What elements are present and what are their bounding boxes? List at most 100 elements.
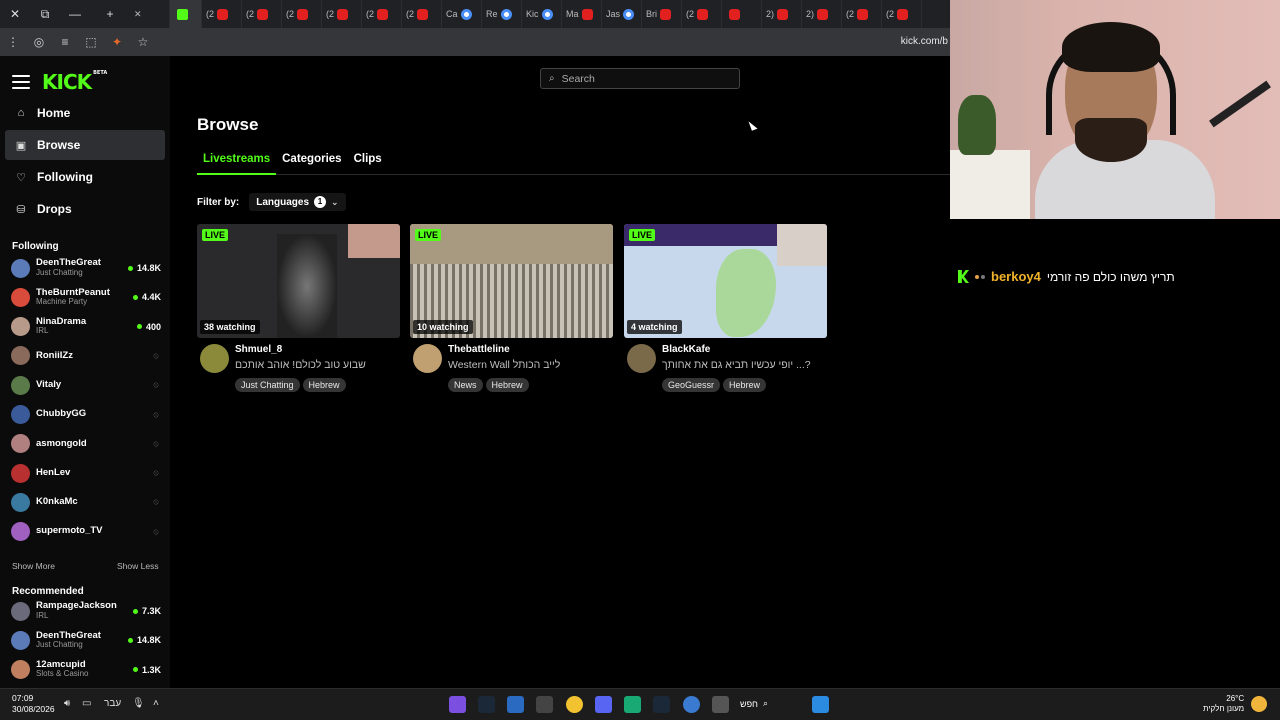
puzzle-icon[interactable]: ⬚ xyxy=(78,28,104,56)
discord-icon[interactable] xyxy=(595,696,612,713)
extension-orange-icon[interactable]: ✦ xyxy=(104,28,130,56)
system-clock[interactable]: 07:09 30/08/2026 xyxy=(12,693,55,714)
close-window-icon[interactable]: ✕ xyxy=(0,0,30,28)
nav-following[interactable]: ♡ Following xyxy=(5,162,165,192)
stream-card[interactable]: LIVE 10 watching Thebattleline לייב הכות… xyxy=(410,224,613,395)
browser-tab[interactable]: (2 xyxy=(682,0,722,28)
browser-tab[interactable]: 2) xyxy=(762,0,802,28)
steam-2-icon[interactable] xyxy=(653,696,670,713)
nav-browse[interactable]: ▣ Browse xyxy=(5,130,165,160)
browser-tab[interactable] xyxy=(722,0,762,28)
calculator-icon[interactable] xyxy=(712,696,729,713)
chrome-icon[interactable] xyxy=(566,696,583,713)
browser-tab[interactable]: Ca xyxy=(442,0,482,28)
live-app-icon[interactable] xyxy=(624,696,641,713)
browser-tab[interactable]: Kic xyxy=(522,0,562,28)
stream-tag[interactable]: Just Chatting xyxy=(235,378,300,392)
tab-search-icon[interactable]: ⧉ xyxy=(30,0,60,28)
browser-tab[interactable]: (2 xyxy=(282,0,322,28)
extension-icon[interactable]: ◎ xyxy=(26,28,52,56)
app-blue-icon[interactable] xyxy=(507,696,524,713)
microphone-icon[interactable]: 🎙︎ xyxy=(132,698,145,709)
browser-tab[interactable] xyxy=(170,0,202,28)
avatar[interactable] xyxy=(627,344,656,373)
stream-card[interactable]: LIVE 38 watching Shmuel_8 שבוע טוב לכולם… xyxy=(197,224,400,395)
sidebar-channel[interactable]: K0nkaMc ⦸ xyxy=(11,488,161,516)
new-tab-icon[interactable]: + xyxy=(90,0,130,28)
stream-tag[interactable]: Hebrew xyxy=(302,378,346,392)
sidebar-channel[interactable]: RoniiIZz ⦸ xyxy=(11,342,161,370)
tab-clips[interactable]: Clips xyxy=(348,152,388,175)
stream-title[interactable]: לייב הכותל Western Wall xyxy=(448,359,560,371)
stream-channel-name[interactable]: Thebattleline xyxy=(448,344,510,355)
minimize-icon[interactable]: — xyxy=(60,0,90,28)
stream-tag[interactable]: News xyxy=(448,378,483,392)
stream-channel-name[interactable]: BlackKafe xyxy=(662,344,710,355)
show-less-link[interactable]: Show Less xyxy=(117,561,159,571)
browser-tab[interactable]: Ma xyxy=(562,0,602,28)
browser-tab[interactable]: (2 xyxy=(402,0,442,28)
sidebar-channel[interactable]: 12amcupid Slots & Casino 1.3K xyxy=(11,656,161,684)
bookmark-star-icon[interactable]: ☆ xyxy=(130,28,156,56)
stream-channel-name[interactable]: Shmuel_8 xyxy=(235,344,282,355)
url-text[interactable]: kick.com/b xyxy=(901,36,948,47)
browser-tab[interactable]: (2 xyxy=(242,0,282,28)
languages-filter-button[interactable]: Languages 1 ⌄ xyxy=(249,193,346,211)
volume-icon[interactable]: 🔊︎ xyxy=(64,698,70,709)
browser-tab[interactable]: (2 xyxy=(322,0,362,28)
sidebar-channel[interactable]: asmongold ⦸ xyxy=(11,430,161,458)
menu-dots-icon[interactable]: ⋮ xyxy=(0,28,26,56)
sidebar-channel[interactable]: DeenTheGreat Just Chatting 14.8K xyxy=(11,626,161,654)
stream-thumbnail[interactable]: LIVE 38 watching xyxy=(197,224,400,338)
windows-start-icon[interactable] xyxy=(812,696,829,713)
nav-drops[interactable]: ⛁ Drops xyxy=(5,194,165,224)
sidebar-channel[interactable]: RampageJackson IRL 7.3K xyxy=(11,597,161,625)
stream-tag[interactable]: Hebrew xyxy=(723,378,767,392)
stream-thumbnail[interactable]: LIVE 10 watching xyxy=(410,224,613,338)
tray-overflow-icon[interactable]: ˄ xyxy=(153,698,159,709)
stream-tag[interactable]: GeoGuessr xyxy=(662,378,721,392)
playlist-icon[interactable]: ≡ xyxy=(52,28,78,56)
app-circle-icon[interactable] xyxy=(683,696,700,713)
browser-tab[interactable]: (2 xyxy=(882,0,922,28)
avatar[interactable] xyxy=(413,344,442,373)
search-input[interactable]: ⌕ Search xyxy=(540,68,740,89)
nav-home[interactable]: ⌂ Home xyxy=(5,98,165,128)
steam-icon[interactable] xyxy=(478,696,495,713)
network-icon[interactable]: ▭ xyxy=(82,698,91,709)
sidebar-channel[interactable]: NinaDrama IRL 400 xyxy=(11,313,161,341)
sidebar-channel[interactable]: TheBurntPeanut Machine Party 4.4K xyxy=(11,283,161,311)
weather-widget[interactable]: 26°C מעונן חלקית xyxy=(1203,694,1244,714)
app-clock-icon[interactable] xyxy=(536,696,553,713)
channel-text: asmongold xyxy=(36,439,124,449)
input-language[interactable]: עבר xyxy=(104,698,121,709)
browser-tab[interactable]: Jas xyxy=(602,0,642,28)
tab-categories[interactable]: Categories xyxy=(276,152,347,175)
stream-title[interactable]: שבוע טוב לכולם! אוהב אותכם xyxy=(235,359,366,371)
taskbar-search[interactable]: חפש ⌕ xyxy=(740,698,768,709)
sidebar-channel[interactable]: HenLev ⦸ xyxy=(11,459,161,487)
browser-tab[interactable]: (2 xyxy=(202,0,242,28)
browser-tab[interactable]: 2) xyxy=(802,0,842,28)
sidebar-channel[interactable]: DeenTheGreat Just Chatting 14.8K xyxy=(11,254,161,282)
show-more-link[interactable]: Show More xyxy=(12,561,55,571)
tab-livestreams[interactable]: Livestreams xyxy=(197,152,277,175)
sidebar-channel[interactable]: ChubbyGG ⦸ xyxy=(11,401,161,429)
avatar[interactable] xyxy=(200,344,229,373)
browser-tab[interactable]: Bri xyxy=(642,0,682,28)
sidebar-channel[interactable]: supermoto_TV ⦸ xyxy=(11,518,161,546)
browser-tab[interactable]: ✕ xyxy=(130,0,170,28)
stream-title[interactable]: ?... יופי עכשיו תביא גם את אחותך xyxy=(662,359,811,371)
kick-logo[interactable]: KICK BETA xyxy=(42,70,107,94)
browser-tab[interactable]: (2 xyxy=(842,0,882,28)
browser-tab[interactable]: Re xyxy=(482,0,522,28)
app-grid-icon[interactable] xyxy=(449,696,466,713)
youtube-favicon-icon xyxy=(297,8,309,20)
hamburger-menu-icon[interactable] xyxy=(12,75,30,89)
channel-text: Vitaly xyxy=(36,380,124,390)
browser-tab[interactable]: (2 xyxy=(362,0,402,28)
stream-thumbnail[interactable]: LIVE 4 watching xyxy=(624,224,827,338)
stream-tag[interactable]: Hebrew xyxy=(485,378,529,392)
sidebar-channel[interactable]: Vitaly ⦸ xyxy=(11,371,161,399)
stream-card[interactable]: LIVE 4 watching BlackKafe ?... יופי עכשי… xyxy=(624,224,827,395)
